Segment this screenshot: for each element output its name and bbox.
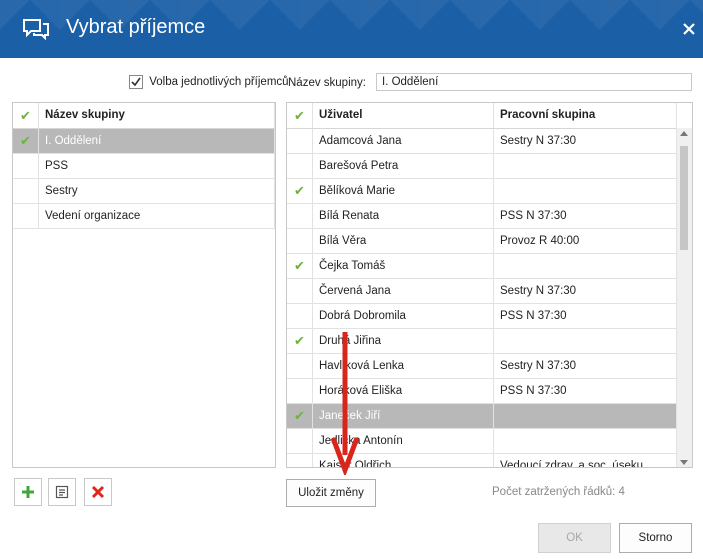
user-name-cell: Barešová Petra: [313, 154, 494, 178]
plus-icon: [22, 486, 34, 498]
work-group-cell: [494, 404, 677, 428]
user-check-cell[interactable]: [287, 129, 313, 153]
group-row[interactable]: PSS: [13, 154, 275, 179]
group-name-cell: PSS: [39, 154, 275, 178]
users-grid-scrollbar[interactable]: [676, 128, 692, 467]
user-check-cell[interactable]: [287, 304, 313, 328]
delete-group-button[interactable]: [84, 478, 112, 506]
ok-button[interactable]: OK: [538, 523, 611, 553]
user-check-cell[interactable]: [287, 154, 313, 178]
work-group-cell: [494, 154, 677, 178]
user-row[interactable]: ✔ Čejka Tomáš: [287, 254, 692, 279]
work-group-cell: Sestry N 37:30: [494, 279, 677, 303]
user-check-cell[interactable]: [287, 204, 313, 228]
marked-rows-count: Počet zatržených řádků: 4: [492, 486, 625, 498]
group-row[interactable]: Sestry: [13, 179, 275, 204]
group-name-column-header[interactable]: Název skupiny: [39, 103, 275, 128]
user-column-header[interactable]: Uživatel: [313, 103, 494, 128]
individual-recipients-checkbox[interactable]: [129, 75, 143, 89]
check-icon[interactable]: ✔: [287, 404, 313, 428]
work-group-cell: PSS N 37:30: [494, 379, 677, 403]
user-check-cell[interactable]: [287, 454, 313, 467]
work-group-cell: [494, 429, 677, 453]
group-name-input[interactable]: [376, 73, 692, 91]
groups-grid-header: ✔ Název skupiny: [13, 103, 275, 129]
group-row[interactable]: ✔ I. Oddělení: [13, 129, 275, 154]
user-name-cell: Adamcová Jana: [313, 129, 494, 153]
work-group-cell: [494, 254, 677, 278]
red-arrow-annotation: [330, 332, 360, 475]
user-check-cell[interactable]: [287, 279, 313, 303]
edit-group-button[interactable]: [48, 478, 76, 506]
work-group-cell: PSS N 37:30: [494, 204, 677, 228]
group-name-label: Název skupiny:: [288, 77, 366, 89]
group-name-cell: I. Oddělení: [39, 129, 275, 153]
user-name-cell: Bílá Renata: [313, 204, 494, 228]
work-group-cell: [494, 179, 677, 203]
user-row[interactable]: Bílá Věra Provoz R 40:00: [287, 229, 692, 254]
work-group-cell: PSS N 37:30: [494, 304, 677, 328]
check-icon[interactable]: ✔: [287, 329, 313, 353]
chat-icon: [23, 19, 49, 41]
work-group-cell: Sestry N 37:30: [494, 354, 677, 378]
check-all-icon[interactable]: ✔: [287, 103, 313, 128]
user-name-cell: Červená Jana: [313, 279, 494, 303]
scroll-up-icon[interactable]: [680, 131, 688, 136]
check-icon[interactable]: ✔: [287, 179, 313, 203]
user-check-cell[interactable]: [287, 354, 313, 378]
group-check-cell[interactable]: [13, 204, 39, 228]
user-name-cell: Bělíková Marie: [313, 179, 494, 203]
scroll-thumb[interactable]: [680, 146, 688, 250]
users-grid-header: ✔ Uživatel Pracovní skupina: [287, 103, 692, 129]
user-name-cell: Čejka Tomáš: [313, 254, 494, 278]
work-group-cell: Provoz R 40:00: [494, 229, 677, 253]
user-row[interactable]: ✔ Bělíková Marie: [287, 179, 692, 204]
add-group-button[interactable]: [14, 478, 42, 506]
cancel-button[interactable]: Storno: [619, 523, 692, 553]
work-group-column-header[interactable]: Pracovní skupina: [494, 103, 677, 128]
group-row[interactable]: Vedení organizace: [13, 204, 275, 229]
user-check-cell[interactable]: [287, 379, 313, 403]
work-group-cell: Vedoucí zdrav. a soc. úseku: [494, 454, 677, 467]
user-row[interactable]: Dobrá Dobromila PSS N 37:30: [287, 304, 692, 329]
group-check-cell[interactable]: [13, 154, 39, 178]
group-name-cell: Vedení organizace: [39, 204, 275, 228]
group-name-cell: Sestry: [39, 179, 275, 203]
groups-grid: ✔ Název skupiny ✔ I. Oddělení PSS Sestry…: [12, 102, 276, 468]
user-row[interactable]: Červená Jana Sestry N 37:30: [287, 279, 692, 304]
check-icon[interactable]: ✔: [287, 254, 313, 278]
check-icon[interactable]: ✔: [13, 129, 39, 153]
scroll-down-icon[interactable]: [680, 460, 688, 465]
individual-recipients-label: Volba jednotlivých příjemců: [149, 76, 289, 88]
save-changes-button[interactable]: Uložit změny: [286, 479, 376, 507]
user-check-cell[interactable]: [287, 229, 313, 253]
work-group-cell: [494, 329, 677, 353]
user-row[interactable]: Bílá Renata PSS N 37:30: [287, 204, 692, 229]
user-check-cell[interactable]: [287, 429, 313, 453]
check-all-icon[interactable]: ✔: [13, 103, 39, 128]
user-row[interactable]: Adamcová Jana Sestry N 37:30: [287, 129, 692, 154]
work-group-cell: Sestry N 37:30: [494, 129, 677, 153]
user-name-cell: Bílá Věra: [313, 229, 494, 253]
individual-recipients-option[interactable]: Volba jednotlivých příjemců: [129, 75, 289, 91]
group-check-cell[interactable]: [13, 179, 39, 203]
close-icon[interactable]: [681, 21, 697, 37]
delete-icon: [91, 485, 105, 499]
edit-icon: [55, 485, 69, 499]
window-title: Vybrat příjemce: [66, 16, 206, 38]
user-name-cell: Dobrá Dobromila: [313, 304, 494, 328]
user-row[interactable]: Barešová Petra: [287, 154, 692, 179]
title-bar: Vybrat příjemce: [0, 0, 703, 58]
